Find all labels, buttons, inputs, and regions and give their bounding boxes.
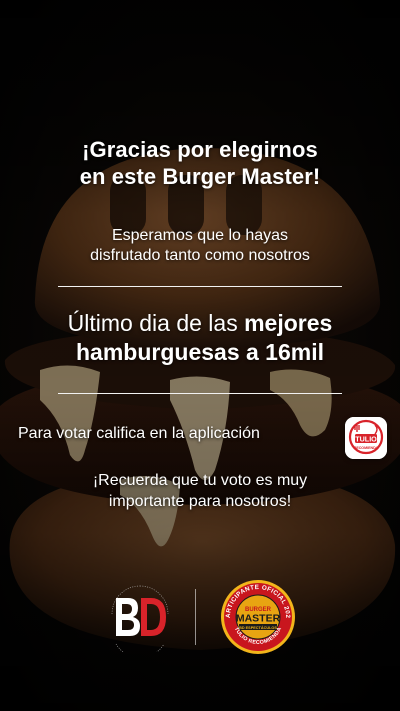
tulio-recomienda-app-icon[interactable]: TULIO RECOMIENDA xyxy=(345,417,387,459)
promo-message: Último dia de las mejores hamburguesas a… xyxy=(0,309,400,367)
divider-line-bottom xyxy=(58,393,342,394)
enjoyment-message: Esperamos que lo hayas disfrutado tanto … xyxy=(0,226,400,266)
seal-banner: BD ESPECTÁCULOS xyxy=(239,625,277,630)
headline-line-1: ¡Gracias por elegirnos xyxy=(82,137,318,162)
sub-line-1: Esperamos que lo hayas xyxy=(111,227,289,244)
sub-line-2: disfrutado tanto como nosotros xyxy=(90,247,310,264)
story-frame: ¡Gracias por elegirnos en este Burger Ma… xyxy=(0,0,400,711)
promo-line-1-regular: Último dia de las xyxy=(67,310,245,336)
reminder-message: ¡Recuerda que tu voto es muy importante … xyxy=(0,470,400,512)
burger-master-seal-icon: PARTICIPANTE OFICIAL 2023 BURGER MASTER … xyxy=(219,578,295,654)
app-badge-label: TULIO xyxy=(355,434,377,443)
logo-divider xyxy=(195,589,196,645)
promo-line-1-bold: mejores xyxy=(244,310,333,336)
vote-instructions: Para votar califica en la aplicación xyxy=(18,425,260,442)
remember-line-2: importante para nosotros! xyxy=(108,493,292,510)
tulio-recomienda-app-icon-graphic: TULIO RECOMIENDA xyxy=(345,417,387,459)
promo-line-2: hamburguesas a 16mil xyxy=(0,338,400,367)
thank-you-headline: ¡Gracias por elegirnos en este Burger Ma… xyxy=(0,136,400,190)
bd-logo-icon xyxy=(111,585,169,652)
app-badge-sublabel: RECOMIENDA xyxy=(354,446,379,450)
seal-title-main: MASTER xyxy=(236,613,281,625)
remember-line-1: ¡Recuerda que tu voto es muy xyxy=(92,472,308,489)
headline-line-2: en este Burger Master! xyxy=(79,164,321,189)
promo-line-2-bold: hamburguesas a 16mil xyxy=(76,339,324,365)
divider-line-top xyxy=(58,286,342,287)
story-content: ¡Gracias por elegirnos en este Burger Ma… xyxy=(0,0,400,711)
promo-line-1: Último dia de las mejores xyxy=(0,309,400,338)
